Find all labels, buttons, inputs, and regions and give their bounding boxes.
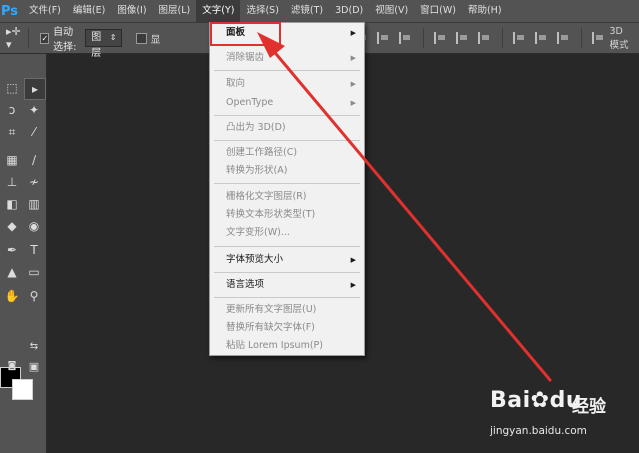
- watermark-brand: Bai✿du: [490, 388, 582, 413]
- annotation-arrow-head: [257, 32, 285, 58]
- watermark-brand-start: Bai: [490, 388, 531, 413]
- annotation-arrow: [257, 32, 552, 382]
- watermark-url: jingyan.baidu.com: [490, 425, 587, 437]
- baidu-jingyan-watermark: Bai✿du 经验 jingyan.baidu.com: [490, 388, 610, 438]
- watermark-suffix: 经验: [572, 397, 606, 417]
- paw-icon: ✿: [530, 388, 550, 413]
- annotation-arrow-shaft: [264, 40, 552, 382]
